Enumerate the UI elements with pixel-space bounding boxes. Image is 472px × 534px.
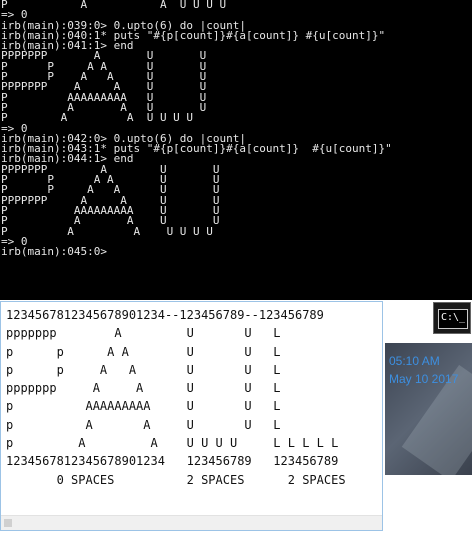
- editor-line: p A A U U U U L L L L L: [6, 436, 339, 451]
- editor-line: p AAAAAAAAA U U L: [6, 399, 281, 414]
- command-prompt-icon[interactable]: C:\_: [433, 302, 471, 334]
- resize-grip-icon[interactable]: [4, 519, 12, 527]
- editor-line: ppppppp A U U L: [6, 326, 281, 341]
- cmd-icon-label: C:\_: [438, 309, 468, 329]
- clock-widget: 05:10 AM May 10 2017: [385, 343, 472, 475]
- editor-status-bar: [1, 515, 382, 530]
- terminal-line: irb(main):045:0>: [1, 245, 107, 259]
- editor-text-area[interactable]: 1234567812345678901234--123456789--12345…: [1, 302, 382, 489]
- editor-line: 0 SPACES 2 SPACES 2 SPACES: [6, 472, 346, 487]
- text-editor-window[interactable]: 1234567812345678901234--123456789--12345…: [0, 301, 383, 531]
- editor-line: 1234567812345678901234 123456789 1234567…: [6, 454, 339, 469]
- irb-terminal-window[interactable]: P A A U U U U => 0 irb(main):039:0> 0.upto…: [0, 0, 472, 300]
- editor-line: ppppppp A A U U L: [6, 381, 281, 396]
- editor-line: p p A A U U L: [6, 362, 281, 377]
- editor-line: p p A A U U L: [6, 344, 281, 359]
- terminal-line: P A A U U U U: [1, 111, 194, 125]
- clock-date: May 10 2017: [389, 372, 459, 386]
- clock-time: 05:10 AM: [389, 354, 440, 368]
- editor-line: 1234567812345678901234--123456789--12345…: [6, 308, 324, 322]
- editor-line: p A A U U L: [6, 417, 281, 432]
- terminal-line: P A A U U U U: [1, 224, 213, 238]
- terminal-output: P A A U U U U => 0 irb(main):039:0> 0.upto…: [0, 0, 472, 257]
- terminal-line: P A A U U U U: [1, 0, 227, 11]
